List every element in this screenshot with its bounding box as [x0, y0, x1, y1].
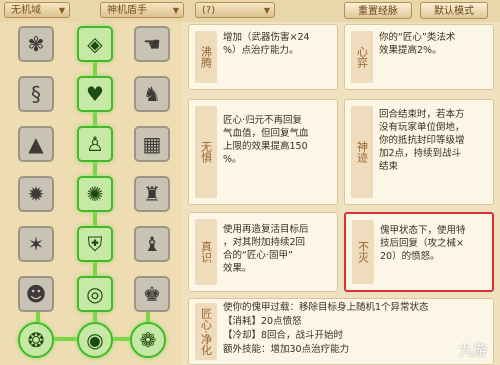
skill-card-tag: 沸腾	[195, 31, 217, 83]
skill-node[interactable]: ♚	[134, 276, 170, 312]
brick-wall-icon: ▦	[142, 132, 162, 156]
skill-node[interactable]: ☚	[134, 26, 170, 62]
skill-node[interactable]: ✹	[18, 176, 54, 212]
sect-dropdown[interactable]: 无机域 ▼	[4, 2, 70, 18]
skill-card-desc: 使用再造复活目标后 ，对其附加持续2回 合的“匠心·固甲” 效果。	[223, 224, 309, 274]
hand-icon: ☚	[143, 32, 161, 56]
armor-icon: ♚	[143, 282, 161, 306]
skill-node[interactable]: ▲	[18, 126, 54, 162]
skill-node[interactable]: ♙	[77, 126, 113, 162]
chevron-down-icon: ▼	[58, 6, 65, 15]
skill-card-desc: 使你的傀甲过载：移除目标身上随机1个异常状态 【消耗】20点愤怒 【冷却】8回合，战…	[223, 302, 429, 355]
skill-tree-panel: ✾ ◈ ☚ § ♥ ♞ ▲ ♙ ▦ ✹ ✺ ♜ ✶ ⛨ ♝ ☻ ◎ ♚ ❂ ◉ …	[0, 22, 182, 365]
horn-icon: ♝	[143, 232, 161, 256]
orb-icon: ◉	[86, 328, 104, 352]
skill-card-feiteng[interactable]: 沸腾 增加（武器伤害×24 %）点治疗能力。	[188, 24, 338, 90]
skill-card-tag: 无惧	[195, 106, 217, 198]
skill-card-zhenshi[interactable]: 真识 使用再造复活目标后 ，对其附加持续2回 合的“匠心·固甲” 效果。	[188, 212, 338, 292]
skill-node[interactable]: ♞	[134, 76, 170, 112]
scheme-dropdown-label: (?)	[202, 5, 216, 16]
skill-card-desc: 你的“匠心”类法术 效果提高2%。	[379, 32, 456, 56]
scheme-dropdown[interactable]: (?) ▼	[195, 2, 275, 18]
reset-meridian-button[interactable]: 重置经脉	[344, 2, 412, 19]
skill-card-bumie-selected[interactable]: 不灭 傀甲状态下，使用特 技后回复（攻之械× 20）的愤怒。	[344, 212, 494, 292]
default-mode-button[interactable]: 默认模式	[420, 2, 488, 19]
skill-card-jiangxin-jinghua[interactable]: 匠心·净化 使你的傀甲过载：移除目标身上随机1个异常状态 【消耗】20点愤怒 【冷却…	[188, 298, 494, 365]
skill-card-tag: 心弈	[351, 31, 373, 83]
gem-icon: ◈	[87, 32, 103, 56]
skill-node[interactable]: ▦	[134, 126, 170, 162]
ring-icon: ❂	[27, 328, 45, 352]
skill-card-desc: 匠心·归元不再回复 气血值，但回复气血 上限的效果提高150%。	[223, 115, 309, 165]
skill-node[interactable]: ⛨	[77, 226, 113, 262]
skill-card-xinyi[interactable]: 心弈 你的“匠心”类法术 效果提高2%。	[344, 24, 494, 90]
chevron-down-icon: ▼	[172, 6, 179, 15]
school-dropdown[interactable]: 神机盾手 ▼	[100, 2, 184, 18]
skill-node[interactable]: ◈	[77, 26, 113, 62]
skill-node[interactable]: ✾	[18, 26, 54, 62]
runner-icon: ♙	[86, 132, 104, 156]
burst-icon: ✹	[27, 182, 45, 206]
skill-node[interactable]: ♥	[77, 76, 113, 112]
figure-icon: ♜	[143, 182, 161, 206]
crest-icon: ✾	[27, 32, 45, 56]
warrior-icon: ♞	[143, 82, 161, 106]
skill-node[interactable]: §	[18, 76, 54, 112]
skill-node[interactable]: ✶	[18, 226, 54, 262]
mountain-icon: ▲	[28, 132, 44, 156]
skill-card-desc: 傀甲状态下，使用特 技后回复（攻之械× 20）的愤怒。	[380, 225, 466, 262]
spiral-icon: ◎	[86, 282, 104, 306]
skill-card-tag: 神迹	[351, 106, 373, 198]
skill-card-tag: 匠心·净化	[195, 303, 217, 360]
sect-dropdown-label: 无机域	[11, 5, 41, 16]
skill-description-panel: 沸腾 增加（武器伤害×24 %）点治疗能力。 心弈 你的“匠心”类法术 效果提高2%…	[186, 22, 500, 365]
skill-card-desc: 增加（武器伤害×24 %）点治疗能力。	[223, 32, 310, 56]
school-dropdown-label: 神机盾手	[107, 5, 147, 16]
skill-node[interactable]: ✺	[77, 176, 113, 212]
chevron-down-icon: ▼	[263, 6, 270, 15]
skill-card-tag: 不灭	[352, 220, 374, 284]
skill-node[interactable]: ♝	[134, 226, 170, 262]
mask-icon: ☻	[25, 282, 47, 306]
skill-card-tag: 真识	[195, 219, 217, 285]
skill-node[interactable]: ❁	[130, 322, 166, 358]
beast-icon: ❁	[139, 328, 157, 352]
shield-icon: ⛨	[87, 232, 103, 256]
star-icon: ✶	[27, 232, 45, 256]
snake-icon: §	[31, 82, 41, 106]
skill-node[interactable]: ❂	[18, 322, 54, 358]
watermark: 九游	[459, 343, 487, 359]
skill-node[interactable]: ◉	[77, 322, 113, 358]
skill-card-wuju[interactable]: 无惧 匠心·归元不再回复 气血值，但回复气血 上限的效果提高150%。	[188, 99, 338, 205]
gear-icon: ✺	[86, 182, 104, 206]
skill-node[interactable]: ◎	[77, 276, 113, 312]
skill-card-shenji[interactable]: 神迹 回合结束时，若本方 没有玩家单位倒地， 你的抵抗封印等级增 加2点，持续到战斗结…	[344, 99, 494, 205]
skill-card-desc: 回合结束时，若本方 没有玩家单位倒地， 你的抵抗封印等级增 加2点，持续到战斗 结束	[379, 109, 465, 172]
heart-icon: ♥	[86, 82, 104, 106]
skill-node[interactable]: ☻	[18, 276, 54, 312]
skill-node[interactable]: ♜	[134, 176, 170, 212]
toolbar: 无机域 ▼ 神机盾手 ▼ (?) ▼ 重置经脉 默认模式	[0, 0, 500, 22]
